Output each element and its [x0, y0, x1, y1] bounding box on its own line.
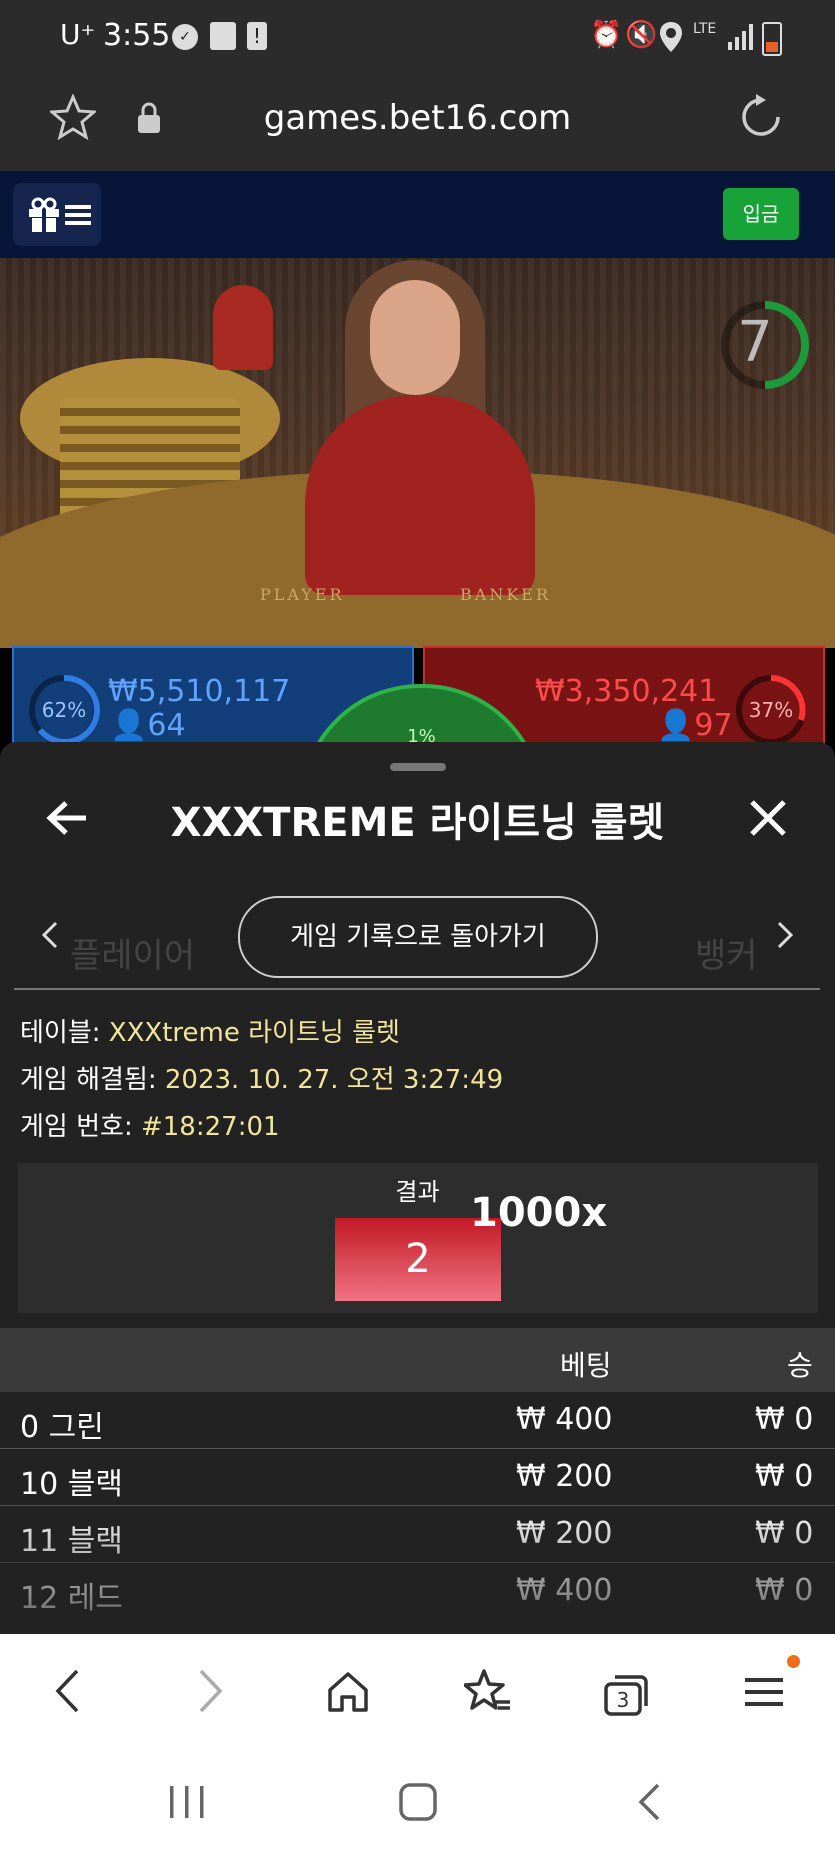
player-amount: ₩5,510,117 — [108, 674, 291, 709]
system-back-icon[interactable] — [636, 1782, 662, 1822]
notification-dot — [787, 1655, 800, 1668]
bg-banker-text: 뱅커 — [695, 936, 758, 976]
dealer — [370, 280, 460, 395]
url-text[interactable]: games.bet16.com — [0, 98, 835, 138]
row-bet-amount: ₩ 200 — [516, 1516, 613, 1551]
reload-icon[interactable] — [738, 94, 784, 140]
mute-icon: 🔇 — [625, 20, 658, 50]
browser-bottom-bar — [0, 1634, 835, 1754]
menu-button[interactable] — [13, 183, 101, 246]
table-row: 12 레드 ₩ 400 ₩ 0 — [0, 1563, 835, 1635]
carrier-label: U⁺ — [60, 18, 96, 51]
recent-apps-icon[interactable] — [168, 1784, 206, 1820]
live-dealer-video: PLAYER BANKER — [0, 258, 835, 648]
banker-count: 👤97 — [657, 708, 733, 743]
bookmarks-icon[interactable] — [464, 1668, 512, 1714]
bg-player-text: 플레이어 — [70, 936, 196, 976]
row-bet-name: 0 그린 — [20, 1410, 104, 1445]
signal-icon — [728, 24, 753, 50]
alarm-icon: ⏰ — [590, 20, 623, 50]
location-icon — [660, 22, 682, 52]
browser-menu-icon[interactable] — [745, 1672, 785, 1712]
close-icon[interactable] — [748, 798, 788, 838]
info-table: 테이블: XXXtreme 라이트닝 룰렛 — [20, 1018, 400, 1048]
tabs-button[interactable]: 3 — [603, 1672, 648, 1716]
row-bet-name: 10 블랙 — [20, 1467, 123, 1502]
alert-icon: ! — [247, 22, 267, 50]
site-header — [0, 171, 835, 258]
banker-percent: 37% — [748, 698, 794, 722]
status-bar: U⁺ 3:55 ✓ ! ⏰ 🔇 LTE — [0, 0, 835, 76]
row-bet-name: 11 블랙 — [20, 1524, 123, 1559]
modal-title: XXXTREME 라이트닝 룰렛 — [170, 800, 665, 846]
bets-table-header — [0, 1328, 835, 1392]
tab-count: 3 — [616, 1688, 630, 1712]
timer-value: 7 — [737, 310, 773, 375]
network-label: LTE — [693, 21, 717, 37]
table-row: 0 그린 ₩ 400 ₩ 0 — [0, 1392, 835, 1449]
table-banker-text: BANKER — [460, 585, 551, 604]
result-label: 결과 — [395, 1178, 440, 1206]
info-resolved: 게임 해결됨: 2023. 10. 27. 오전 3:27:49 — [20, 1065, 504, 1095]
table-player-text: PLAYER — [260, 585, 345, 604]
lightning-multiplier: 1000x — [470, 1190, 608, 1236]
row-bet-amount: ₩ 200 — [516, 1459, 613, 1494]
browser-forward-icon[interactable] — [196, 1668, 226, 1714]
row-bet-name: 12 레드 — [20, 1581, 123, 1616]
sim-icon — [210, 22, 236, 50]
chevron-right-icon[interactable] — [775, 920, 795, 950]
row-win-amount: ₩ 0 — [755, 1516, 814, 1551]
back-arrow-icon[interactable] — [46, 800, 88, 836]
row-bet-amount: ₩ 400 — [516, 1402, 613, 1437]
chevron-left-icon[interactable] — [40, 920, 60, 950]
countdown-timer: 7 — [720, 290, 810, 400]
row-win-amount: ₩ 0 — [755, 1402, 814, 1437]
app-icon: ✓ — [172, 24, 198, 50]
row-win-amount: ₩ 0 — [755, 1459, 814, 1494]
player-percent: 62% — [41, 698, 87, 722]
back-to-history-button[interactable]: 게임 기록으로 돌아가기 — [238, 896, 598, 978]
row-bet-amount: ₩ 400 — [516, 1573, 613, 1608]
browser-back-icon[interactable] — [52, 1668, 82, 1714]
background-dealer — [213, 285, 273, 370]
drag-handle[interactable] — [390, 763, 446, 771]
table-row: 11 블랙 ₩ 200 ₩ 0 — [0, 1506, 835, 1563]
status-time: 3:55 — [103, 18, 171, 53]
header-win: 승 — [787, 1349, 813, 1382]
battery-icon — [762, 22, 782, 56]
home-icon[interactable] — [326, 1670, 370, 1712]
hamburger-icon — [65, 205, 91, 225]
header-bet: 베팅 — [560, 1349, 612, 1382]
player-count: 👤64 — [110, 708, 186, 743]
deposit-button[interactable]: 입금 — [723, 188, 799, 240]
table-row: 10 블랙 ₩ 200 ₩ 0 — [0, 1449, 835, 1506]
row-win-amount: ₩ 0 — [755, 1573, 814, 1608]
info-game-number: 게임 번호: #18:27:01 — [20, 1112, 280, 1142]
user-icon: 👤 — [657, 708, 695, 743]
user-icon: 👤 — [110, 708, 148, 743]
divider — [14, 988, 820, 990]
banker-amount: ₩3,350,241 — [535, 674, 718, 709]
system-home-icon[interactable] — [398, 1782, 438, 1822]
gift-icon — [29, 197, 59, 232]
